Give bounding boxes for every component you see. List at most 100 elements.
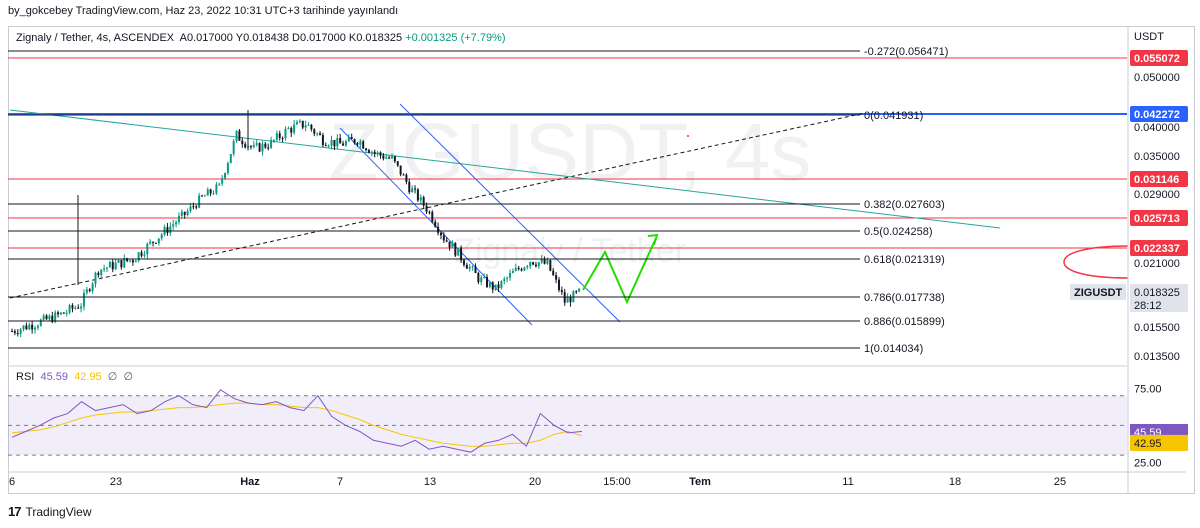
- time-label-7: Tem: [689, 476, 711, 488]
- bar-countdown: 28:12: [1134, 300, 1162, 312]
- price-chart[interactable]: ZIGUSDT, 4sZignaly / Tether -0.272(0.056…: [0, 0, 1200, 528]
- candle-body: [327, 145, 330, 147]
- candle-body: [235, 130, 238, 142]
- candle-body: [523, 267, 526, 271]
- candle-body: [385, 157, 388, 159]
- ohlc-open: A0.017000: [179, 32, 233, 44]
- candle-body: [569, 297, 572, 303]
- price-tick-0: 0.050000: [1134, 72, 1180, 84]
- candle-body: [307, 124, 310, 126]
- candle-body: [373, 151, 376, 154]
- candle-body: [287, 128, 290, 130]
- fib-level-label-6: 0.886(0.015899): [864, 316, 945, 328]
- candle-body: [34, 327, 37, 330]
- candle-body: [224, 173, 227, 179]
- candle-body: [131, 260, 134, 263]
- candle-body: [313, 129, 316, 134]
- candle-body: [149, 241, 152, 244]
- candle-body: [134, 260, 137, 263]
- candle-body: [19, 329, 22, 334]
- candle-body: [293, 124, 296, 133]
- candle-body: [393, 156, 396, 162]
- candle-body: [59, 312, 62, 315]
- candle-body: [206, 189, 209, 196]
- candle-body: [442, 235, 445, 241]
- candle-body: [483, 277, 486, 279]
- candle-body: [264, 143, 267, 148]
- candle-body: [45, 315, 48, 320]
- candle-body: [474, 266, 477, 274]
- candle-body: [465, 264, 468, 269]
- candle-body: [42, 315, 45, 320]
- candle-body: [152, 241, 155, 243]
- last-price-value: 0.018325: [1134, 287, 1180, 299]
- time-label-10: 25: [1054, 476, 1066, 488]
- candle-body: [500, 280, 503, 289]
- symbol-name[interactable]: Zignaly / Tether, 4s, ASCENDEX: [16, 32, 174, 44]
- tradingview-logo-icon: 17: [8, 504, 22, 519]
- candle-body: [278, 133, 281, 139]
- fib-level-label-0: -0.272(0.056471): [864, 46, 948, 58]
- price-axis-currency: USDT: [1134, 31, 1164, 43]
- rsi-legend: RSI 45.59 42.95 ∅ ∅: [16, 370, 133, 383]
- candle-body: [195, 206, 198, 208]
- candle-body: [416, 189, 419, 201]
- candle-body: [160, 234, 163, 239]
- candle-body: [85, 289, 88, 293]
- candle-body: [408, 181, 411, 193]
- candle-body: [13, 331, 16, 333]
- candle-body: [301, 120, 304, 128]
- candle-body: [108, 261, 111, 268]
- rsi-tick-75: 75.00: [1134, 383, 1162, 395]
- rsi-tick-25: 25.00: [1134, 458, 1162, 470]
- candle-body: [28, 324, 31, 330]
- candle-body: [80, 306, 83, 309]
- candle-body: [370, 151, 373, 153]
- candle-body: [566, 297, 569, 303]
- fib-level-label-1: 0(0.041931): [864, 110, 923, 122]
- candle-body: [82, 292, 85, 307]
- candle-body: [494, 284, 497, 290]
- candle-body: [189, 206, 192, 212]
- candle-body: [16, 332, 19, 334]
- candle-body: [183, 211, 186, 215]
- price-tick-1: 0.040000: [1134, 122, 1180, 134]
- rsi-name[interactable]: RSI: [16, 371, 34, 383]
- candle-body: [376, 152, 379, 154]
- candle-body: [11, 331, 13, 333]
- ohlc-high: Y0.018438: [235, 32, 289, 44]
- candle-body: [511, 271, 514, 274]
- candle-body: [169, 226, 172, 233]
- candle-body: [480, 277, 483, 283]
- candle-body: [218, 183, 221, 185]
- candle-body: [232, 141, 235, 154]
- candle-body: [439, 232, 442, 236]
- candle-body: [425, 205, 428, 212]
- candle-body: [57, 312, 60, 315]
- candle-body: [353, 139, 356, 144]
- ohlc-low: D0.017000: [292, 32, 346, 44]
- candle-body: [578, 288, 581, 292]
- candle-body: [451, 242, 454, 248]
- candle-body: [471, 266, 474, 268]
- candle-body: [497, 284, 500, 289]
- level-badge-text-3: 0.025713: [1134, 213, 1180, 225]
- candle-body: [460, 247, 463, 261]
- candle-body: [203, 195, 206, 197]
- symbol-tag: ZIGUSDT: [1074, 287, 1123, 299]
- footer-brand[interactable]: TradingView: [25, 505, 91, 519]
- candle-body: [304, 125, 307, 128]
- candle-body: [321, 135, 324, 146]
- candle-body: [344, 141, 347, 146]
- candle-body: [111, 261, 114, 270]
- fib-level-label-3: 0.5(0.024258): [864, 226, 933, 238]
- candle-body: [36, 325, 39, 328]
- watermark-main: ZIGUSDT, 4s: [329, 107, 812, 198]
- candle-body: [319, 133, 322, 136]
- candle-body: [402, 174, 405, 176]
- rsi-band: [8, 395, 1127, 456]
- candle-body: [396, 161, 399, 166]
- candle-body: [514, 267, 517, 272]
- candle-body: [356, 143, 359, 145]
- candle-body: [537, 262, 540, 267]
